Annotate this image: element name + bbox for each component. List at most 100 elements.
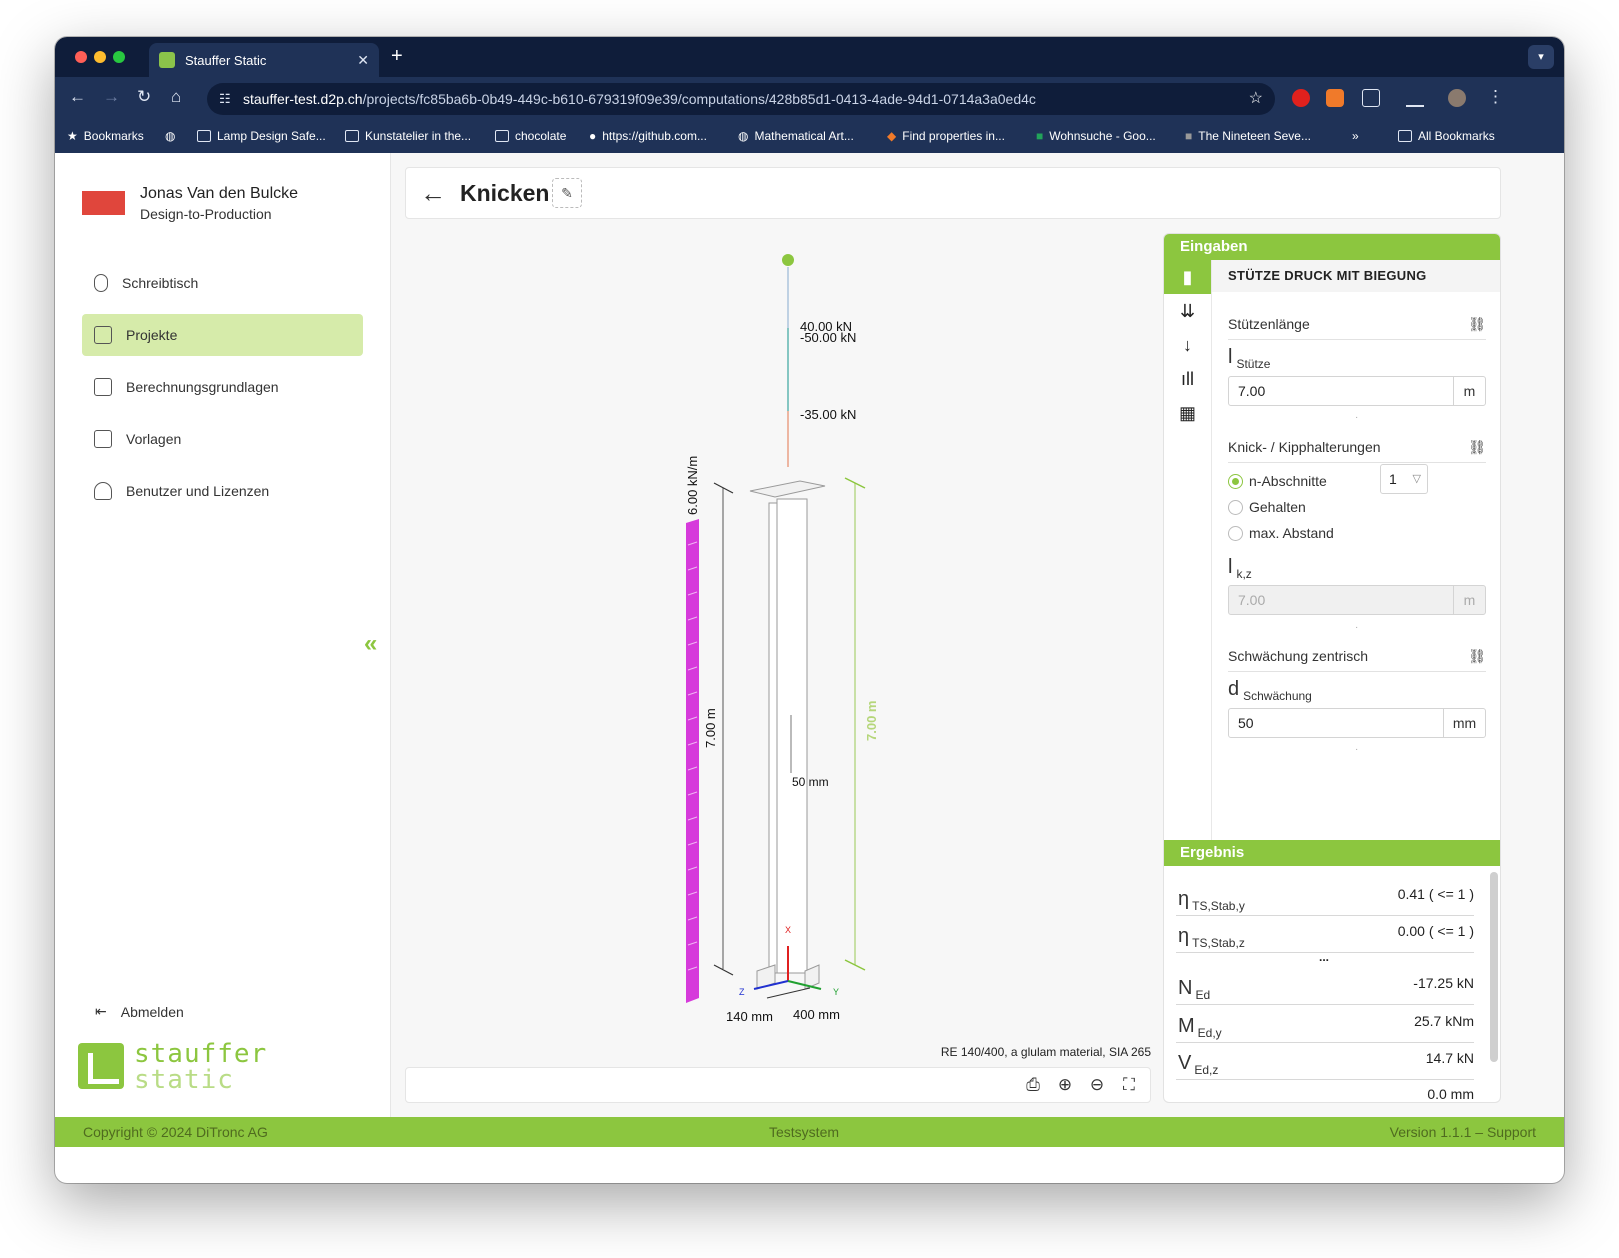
results-ellipsis[interactable]: ... [1319,950,1329,964]
bookmark-item[interactable]: chocolate [495,129,566,143]
menu-icon[interactable]: ⋮ [1487,87,1504,107]
results-scrollbar[interactable] [1490,872,1498,1062]
bookmark-item[interactable]: ● https://github.com... [589,129,707,143]
extension-icon[interactable] [1292,89,1310,107]
separator-dot: · [1355,622,1359,633]
model-viewer[interactable]: 40.00 kN -50.00 kN -35.00 kN 6.00 kN/m 7… [405,233,1151,1103]
column-edge-left [768,502,778,974]
close-window-button[interactable] [75,51,87,63]
material-tab[interactable]: ▦ [1164,396,1211,430]
profile-avatar[interactable] [1448,89,1466,107]
tab-search-button[interactable]: ▾ [1528,45,1554,69]
l-symbol: l Stütze [1228,346,1271,371]
forward-icon[interactable]: → [103,87,120,107]
tab-title: Stauffer Static [185,52,267,68]
bookmark-item[interactable]: Kunstatelier in the... [345,129,471,143]
sidebar-item-berechnungsgrundlagen[interactable]: Berechnungsgrundlagen [82,366,363,408]
media-icon[interactable] [1406,89,1424,107]
bookmark-item[interactable]: ◍ Mathematical Art... [738,129,854,143]
extensions-puzzle-icon[interactable] [1362,89,1380,107]
result-row: η TS,Stab,y 0.41 ( <= 1 ) [1176,880,1474,916]
column-length-input[interactable]: 7.00 m [1228,376,1486,406]
buckling-length-input: 7.00 m [1228,585,1486,615]
site-settings-icon[interactable]: ☷ [219,83,231,115]
sidebar-item-benutzer[interactable]: Benutzer und Lizenzen [82,470,363,512]
width-label: 140 mm [726,1009,773,1024]
maximize-window-button[interactable] [113,51,125,63]
bookmark-item[interactable]: ◍ [165,129,175,143]
company-logo [82,191,125,215]
sheets-icon: ■ [1036,129,1044,143]
bookmark-item[interactable]: ◆ Find properties in... [887,129,1005,143]
section-weakening: Schwächung zentrisch ⛓ [1228,648,1486,672]
extension-icon[interactable] [1326,89,1344,107]
column-type-tab[interactable]: ▮ [1164,260,1211,294]
distributed-load-tab[interactable]: ıll [1164,362,1211,396]
folder-icon [495,130,509,142]
browser-tab[interactable]: Stauffer Static ✕ [149,43,379,77]
close-tab-icon[interactable]: ✕ [357,52,369,69]
form-title: STÜTZE DRUCK MIT BIEGUNG [1212,260,1500,292]
point-load-tab[interactable]: ↓ [1164,328,1211,362]
sidebar-item-vorlagen[interactable]: Vorlagen [82,418,363,460]
bookmark-item[interactable]: ■ Wohnsuche - Goo... [1036,129,1156,143]
tab-bar: Stauffer Static ✕ + ▾ [55,37,1564,77]
unit-label: mm [1443,709,1485,737]
zoom-in-icon[interactable]: ⊕ [1054,1074,1076,1096]
bookmark-item[interactable]: ■ The Nineteen Seve... [1185,129,1311,143]
sections-select[interactable]: 1 ▽ [1380,464,1428,494]
link-icon[interactable]: ⛓ [1468,316,1486,333]
radio-max-distance[interactable]: max. Abstand [1228,525,1334,541]
fullscreen-icon[interactable]: ⛶ [1118,1074,1140,1096]
column-drawing: 40.00 kN -50.00 kN -35.00 kN 6.00 kN/m 7… [685,254,879,1024]
pdf-export-icon[interactable]: ⎙ [1022,1074,1044,1096]
edit-title-button[interactable]: ✎ [552,178,582,208]
favicon-icon [159,52,175,68]
link-icon[interactable]: ⛓ [1468,439,1486,456]
supports-tab[interactable]: ⇊ [1164,294,1211,328]
radio-n-sections[interactable]: n-Abschnitte [1228,473,1327,489]
address-bar[interactable]: ☷ stauffer-test.d2p.ch/projects/fc85ba6b… [207,83,1275,115]
column-top-cap [749,480,826,498]
bookmark-item[interactable]: ★ Bookmarks [67,129,144,143]
weakening-input[interactable]: 50 mm [1228,708,1486,738]
more-bookmarks-icon[interactable]: » [1352,129,1359,143]
bookmark-star-icon[interactable]: ☆ [1249,83,1263,115]
building-icon [94,326,112,344]
collapse-sidebar-icon[interactable]: « [364,630,377,658]
lk-symbol: l k,z [1228,556,1252,581]
inputs-header: Eingaben [1164,234,1500,260]
result-row: V Ed,z 14.7 kN [1176,1044,1474,1080]
home-icon[interactable]: ⌂ [171,87,181,107]
bookmark-item[interactable]: Lamp Design Safe... [197,129,326,143]
brand-logo: stauffer static [78,1041,266,1093]
new-tab-button[interactable]: + [391,45,403,68]
radio-held[interactable]: Gehalten [1228,499,1306,515]
mouse-icon [94,274,108,292]
star-icon: ★ [67,129,78,143]
section-column-length: Stützenlänge ⛓ [1228,316,1486,340]
url-path: /projects/fc85ba6b-0b49-449c-b610-679319… [362,91,1036,107]
distributed-load-label: 6.00 kN/m [685,456,700,515]
separator-dot: · [1355,744,1359,755]
sidebar-item-schreibtisch[interactable]: Schreibtisch [82,262,363,304]
base-dimension-line [766,987,811,999]
back-icon[interactable]: ← [69,87,86,107]
calculator-icon [94,378,112,396]
inputs-panel: Eingaben ▮ ⇊ ↓ ıll ▦ STÜTZE DRUCK MIT BI… [1163,233,1501,1103]
globe-icon: ◍ [165,129,176,143]
reload-icon[interactable]: ↻ [137,87,151,107]
stauffer-logo-icon [78,1043,124,1089]
all-bookmarks[interactable]: All Bookmarks [1398,129,1495,143]
version-link[interactable]: Version 1.1.1 – Support [1390,1117,1536,1147]
d-symbol: d Schwächung [1228,678,1312,703]
browser-window: Stauffer Static ✕ + ▾ ← → ↻ ⌂ ☷ stauffer… [55,37,1564,1183]
back-arrow-icon[interactable]: ← [420,178,446,209]
left-length-label: 7.00 m [703,708,718,748]
sidebar-item-projekte[interactable]: Projekte [82,314,363,356]
logout-button[interactable]: ⇤ Abmelden [95,1003,184,1020]
link-icon[interactable]: ⛓ [1468,648,1486,665]
zoom-out-icon[interactable]: ⊖ [1086,1074,1108,1096]
z-axis-label: Z [739,987,745,997]
minimize-window-button[interactable] [94,51,106,63]
